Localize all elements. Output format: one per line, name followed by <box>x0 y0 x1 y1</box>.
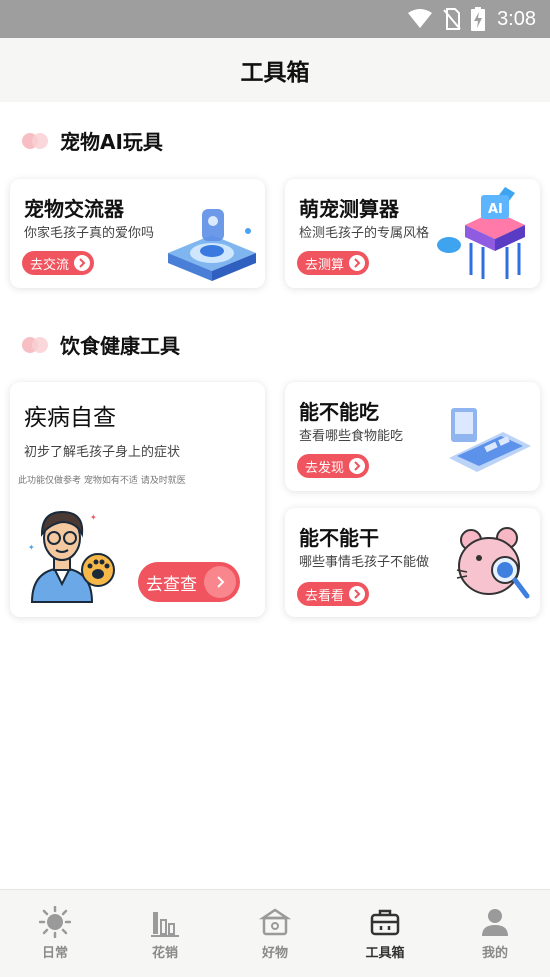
nav-item-mine[interactable]: 我的 <box>440 890 550 977</box>
phone-food-illustration <box>449 408 531 472</box>
box-icon <box>259 908 291 936</box>
can-eat-card[interactable]: 能不能吃 查看哪些食物能吃 去发现 <box>285 382 540 491</box>
chevron-right-icon <box>349 255 366 271</box>
section-dots-icon <box>22 336 48 353</box>
card-subtitle: 查看哪些食物能吃 <box>299 429 404 444</box>
toolbox-icon <box>370 909 400 936</box>
pet-calculator-card[interactable]: 萌宠测算器 检测毛孩子的专属风格 去测算 AI <box>285 179 540 288</box>
go-calculate-button[interactable]: 去测算 <box>297 251 370 275</box>
header: 工具箱 <box>0 38 550 102</box>
card-title: 宠物交流器 <box>24 197 124 221</box>
doctor-illustration: ✦ ✦ <box>28 510 115 603</box>
nav-item-daily[interactable]: 日常 <box>0 890 110 977</box>
nav-item-expense[interactable]: 花销 <box>110 890 220 977</box>
disclaimer-text: 此功能仅做参考 宠物如有不适 请及时就医 <box>18 476 186 486</box>
chevron-right-icon <box>204 566 236 598</box>
chevron-right-icon <box>74 255 91 271</box>
nav-item-goods[interactable]: 好物 <box>220 890 330 977</box>
card-subtitle: 哪些事情毛孩子不能做 <box>299 555 430 570</box>
hamster-magnifier-illustration <box>456 527 530 599</box>
pet-translator-card[interactable]: 宠物交流器 你家毛孩子真的爱你吗 去交流 <box>10 179 265 288</box>
bottom-nav: 日常 花销 好物 工具箱 我的 <box>0 889 550 977</box>
button-label: 去发现 <box>305 460 345 476</box>
svg-text:✦: ✦ <box>28 543 35 552</box>
card-title: 能不能干 <box>299 526 379 550</box>
no-sim-icon <box>443 8 461 30</box>
button-label: 去测算 <box>305 257 345 273</box>
card-subtitle: 你家毛孩子真的爱你吗 <box>24 226 155 241</box>
go-chat-button[interactable]: 去交流 <box>22 251 95 275</box>
chart-icon <box>151 912 179 937</box>
nav-label: 日常 <box>41 946 68 961</box>
card-subtitle: 初步了解毛孩子身上的症状 <box>24 445 181 460</box>
user-icon <box>482 909 508 936</box>
go-discover-button[interactable]: 去发现 <box>297 454 370 478</box>
button-label: 去交流 <box>30 257 70 273</box>
section-title: 宠物AI玩具 <box>60 130 163 154</box>
section-title: 饮食健康工具 <box>60 334 180 358</box>
section-header-ai-toys: 宠物AI玩具 <box>22 126 163 155</box>
chevron-right-icon <box>349 586 366 602</box>
nav-item-toolbox[interactable]: 工具箱 <box>330 890 440 977</box>
svg-text:AI: AI <box>488 202 503 217</box>
status-bar: 3:08 <box>0 0 550 38</box>
button-label: 去查查 <box>146 574 197 595</box>
section-dots-icon <box>22 132 48 149</box>
nav-label: 我的 <box>481 946 508 961</box>
translator-device-illustration <box>168 209 256 281</box>
card-title: 能不能吃 <box>299 400 379 424</box>
go-view-button[interactable]: 去看看 <box>297 582 370 606</box>
go-check-button[interactable]: 去查查 <box>138 562 240 602</box>
ai-chip-illustration: AI <box>437 187 525 279</box>
button-label: 去看看 <box>305 588 345 604</box>
card-title: 疾病自查 <box>24 405 116 431</box>
page-title: 工具箱 <box>240 60 310 86</box>
nav-label: 花销 <box>151 946 178 961</box>
chevron-right-icon <box>349 458 366 474</box>
wifi-icon <box>408 9 433 28</box>
sun-icon <box>39 906 71 938</box>
svg-text:✦: ✦ <box>90 513 97 522</box>
clock: 3:08 <box>497 7 536 30</box>
nav-label: 工具箱 <box>365 946 405 961</box>
card-subtitle: 检测毛孩子的专属风格 <box>299 226 430 241</box>
nav-label: 好物 <box>261 946 288 961</box>
section-header-diet-health: 饮食健康工具 <box>22 330 180 359</box>
disease-check-card[interactable]: 疾病自查 初步了解毛孩子身上的症状 此功能仅做参考 宠物如有不适 请及时就医 ✦… <box>10 382 265 617</box>
card-title: 萌宠测算器 <box>299 197 399 221</box>
battery-charging-icon <box>471 7 486 31</box>
can-do-card[interactable]: 能不能干 哪些事情毛孩子不能做 去看看 <box>285 508 540 617</box>
